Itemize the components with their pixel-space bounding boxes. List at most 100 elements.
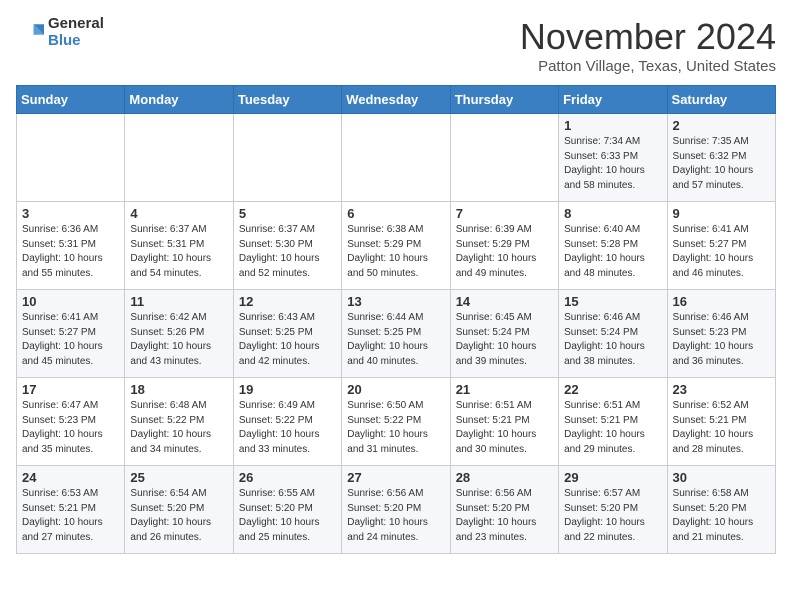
day-number: 16 (673, 294, 770, 309)
day-number: 12 (239, 294, 336, 309)
calendar-cell: 1 Sunrise: 7:34 AM Sunset: 6:33 PM Daylig… (559, 114, 667, 202)
day-info: Sunrise: 6:41 AM Sunset: 5:27 PM Dayligh… (22, 311, 119, 369)
calendar-cell (125, 114, 233, 202)
day-number: 26 (239, 470, 336, 485)
day-number: 3 (22, 206, 119, 221)
day-number: 23 (673, 382, 770, 397)
calendar-cell: 21Sunrise: 6:51 AM Sunset: 5:21 PM Dayli… (450, 378, 558, 466)
calendar-week-row: 24 Sunrise: 6:53 AM Sunset: 5:21 PM Dayli… (17, 466, 776, 554)
calendar-cell: 25Sunrise: 6:54 AM Sunset: 5:20 PM Dayli… (125, 466, 233, 554)
calendar-body: 1 Sunrise: 7:34 AM Sunset: 6:33 PM Daylig… (17, 114, 776, 554)
calendar-cell: 9 Sunrise: 6:41 AM Sunset: 5:27 PM Daylig… (667, 202, 775, 290)
calendar-cell (233, 114, 341, 202)
calendar-cell: 26 Sunrise: 6:55 AM Sunset: 5:20 PM Dayli… (233, 466, 341, 554)
calendar-cell: 20 Sunrise: 6:50 AM Sunset: 5:22 PM Dayli… (342, 378, 450, 466)
day-number: 17 (22, 382, 119, 397)
day-info: Sunrise: 7:34 AM Sunset: 6:33 PM Dayligh… (564, 135, 661, 193)
day-info: Sunrise: 6:51 AM Sunset: 5:21 PM Dayligh… (564, 399, 661, 457)
calendar-cell: 12 Sunrise: 6:43 AM Sunset: 5:25 PM Dayli… (233, 290, 341, 378)
calendar-cell (17, 114, 125, 202)
day-info: Sunrise: 6:45 AM Sunset: 5:24 PM Dayligh… (456, 311, 553, 369)
calendar-cell: 19 Sunrise: 6:49 AM Sunset: 5:22 PM Dayli… (233, 378, 341, 466)
calendar-cell: 28Sunrise: 6:56 AM Sunset: 5:20 PM Dayli… (450, 466, 558, 554)
month-title: November 2024 (520, 16, 776, 58)
calendar-cell: 5 Sunrise: 6:37 AM Sunset: 5:30 PM Daylig… (233, 202, 341, 290)
calendar-cell: 7 Sunrise: 6:39 AM Sunset: 5:29 PM Daylig… (450, 202, 558, 290)
calendar-cell: 6Sunrise: 6:38 AM Sunset: 5:29 PM Daylig… (342, 202, 450, 290)
day-info: Sunrise: 6:53 AM Sunset: 5:21 PM Dayligh… (22, 487, 119, 545)
day-number: 14 (456, 294, 553, 309)
calendar-week-row: 17 Sunrise: 6:47 AM Sunset: 5:23 PM Dayli… (17, 378, 776, 466)
day-info: Sunrise: 6:41 AM Sunset: 5:27 PM Dayligh… (673, 223, 770, 281)
day-number: 2 (673, 118, 770, 133)
day-info: Sunrise: 6:57 AM Sunset: 5:20 PM Dayligh… (564, 487, 661, 545)
calendar-cell: 13 Sunrise: 6:44 AM Sunset: 5:25 PM Dayli… (342, 290, 450, 378)
day-number: 9 (673, 206, 770, 221)
day-info: Sunrise: 6:58 AM Sunset: 5:20 PM Dayligh… (673, 487, 770, 545)
location: Patton Village, Texas, United States (520, 58, 776, 75)
calendar-cell: 17 Sunrise: 6:47 AM Sunset: 5:23 PM Dayli… (17, 378, 125, 466)
day-number: 7 (456, 206, 553, 221)
calendar-week-row: 3 Sunrise: 6:36 AM Sunset: 5:31 PM Daylig… (17, 202, 776, 290)
day-info: Sunrise: 6:52 AM Sunset: 5:21 PM Dayligh… (673, 399, 770, 457)
day-number: 27 (347, 470, 444, 485)
day-number: 10 (22, 294, 119, 309)
day-info: Sunrise: 6:47 AM Sunset: 5:23 PM Dayligh… (22, 399, 119, 457)
day-number: 30 (673, 470, 770, 485)
calendar-cell: 3 Sunrise: 6:36 AM Sunset: 5:31 PM Daylig… (17, 202, 125, 290)
day-info: Sunrise: 6:39 AM Sunset: 5:29 PM Dayligh… (456, 223, 553, 281)
day-info: Sunrise: 6:56 AM Sunset: 5:20 PM Dayligh… (347, 487, 444, 545)
day-info: Sunrise: 6:49 AM Sunset: 5:22 PM Dayligh… (239, 399, 336, 457)
day-info: Sunrise: 6:43 AM Sunset: 5:25 PM Dayligh… (239, 311, 336, 369)
calendar-cell (342, 114, 450, 202)
day-number: 15 (564, 294, 661, 309)
day-number: 18 (130, 382, 227, 397)
day-of-week-header: Monday (125, 86, 233, 114)
day-info: Sunrise: 6:36 AM Sunset: 5:31 PM Dayligh… (22, 223, 119, 281)
day-number: 29 (564, 470, 661, 485)
day-info: Sunrise: 6:46 AM Sunset: 5:24 PM Dayligh… (564, 311, 661, 369)
day-info: Sunrise: 6:42 AM Sunset: 5:26 PM Dayligh… (130, 311, 227, 369)
day-info: Sunrise: 6:48 AM Sunset: 5:22 PM Dayligh… (130, 399, 227, 457)
day-number: 22 (564, 382, 661, 397)
calendar-cell: 27 Sunrise: 6:56 AM Sunset: 5:20 PM Dayli… (342, 466, 450, 554)
calendar-cell: 29 Sunrise: 6:57 AM Sunset: 5:20 PM Dayli… (559, 466, 667, 554)
day-info: Sunrise: 6:54 AM Sunset: 5:20 PM Dayligh… (130, 487, 227, 545)
calendar-cell: 30 Sunrise: 6:58 AM Sunset: 5:20 PM Dayli… (667, 466, 775, 554)
day-number: 8 (564, 206, 661, 221)
day-number: 28 (456, 470, 553, 485)
calendar-cell: 8 Sunrise: 6:40 AM Sunset: 5:28 PM Daylig… (559, 202, 667, 290)
day-info: Sunrise: 6:44 AM Sunset: 5:25 PM Dayligh… (347, 311, 444, 369)
day-number: 19 (239, 382, 336, 397)
day-of-week-header: Wednesday (342, 86, 450, 114)
calendar-cell: 14 Sunrise: 6:45 AM Sunset: 5:24 PM Dayli… (450, 290, 558, 378)
logo-text: General Blue (48, 16, 104, 49)
day-number: 6 (347, 206, 444, 221)
calendar-cell: 24 Sunrise: 6:53 AM Sunset: 5:21 PM Dayli… (17, 466, 125, 554)
calendar-cell: 18 Sunrise: 6:48 AM Sunset: 5:22 PM Dayli… (125, 378, 233, 466)
logo-icon (16, 19, 44, 47)
day-number: 20 (347, 382, 444, 397)
calendar-cell: 16 Sunrise: 6:46 AM Sunset: 5:23 PM Dayli… (667, 290, 775, 378)
calendar-cell: 10 Sunrise: 6:41 AM Sunset: 5:27 PM Dayli… (17, 290, 125, 378)
day-info: Sunrise: 6:55 AM Sunset: 5:20 PM Dayligh… (239, 487, 336, 545)
day-info: Sunrise: 6:37 AM Sunset: 5:30 PM Dayligh… (239, 223, 336, 281)
day-number: 4 (130, 206, 227, 221)
day-of-week-header: Thursday (450, 86, 558, 114)
calendar-cell: 11Sunrise: 6:42 AM Sunset: 5:26 PM Dayli… (125, 290, 233, 378)
day-number: 1 (564, 118, 661, 133)
day-info: Sunrise: 6:40 AM Sunset: 5:28 PM Dayligh… (564, 223, 661, 281)
calendar-table: SundayMondayTuesdayWednesdayThursdayFrid… (16, 85, 776, 554)
calendar-cell (450, 114, 558, 202)
calendar-week-row: 1 Sunrise: 7:34 AM Sunset: 6:33 PM Daylig… (17, 114, 776, 202)
day-info: Sunrise: 6:37 AM Sunset: 5:31 PM Dayligh… (130, 223, 227, 281)
calendar-cell: 23 Sunrise: 6:52 AM Sunset: 5:21 PM Dayli… (667, 378, 775, 466)
day-info: Sunrise: 6:46 AM Sunset: 5:23 PM Dayligh… (673, 311, 770, 369)
day-of-week-header: Saturday (667, 86, 775, 114)
day-info: Sunrise: 6:50 AM Sunset: 5:22 PM Dayligh… (347, 399, 444, 457)
calendar-cell: 15 Sunrise: 6:46 AM Sunset: 5:24 PM Dayli… (559, 290, 667, 378)
day-number: 5 (239, 206, 336, 221)
day-number: 13 (347, 294, 444, 309)
calendar-cell: 22 Sunrise: 6:51 AM Sunset: 5:21 PM Dayli… (559, 378, 667, 466)
day-number: 24 (22, 470, 119, 485)
